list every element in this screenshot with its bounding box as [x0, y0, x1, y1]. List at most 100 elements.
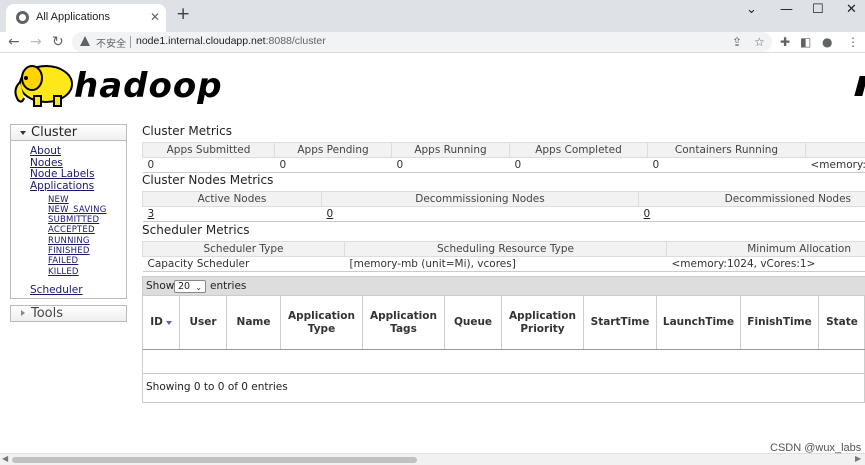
metric-header: Apps Completed: [509, 142, 648, 158]
column-header-id[interactable]: ID: [143, 296, 180, 349]
metric-header: Decommissioning Nodes: [321, 191, 639, 207]
url-host: node1.internal.cloudapp.net: [136, 35, 266, 47]
hadoop-logo[interactable]: hadoop: [12, 58, 222, 110]
sidepanel-icon[interactable]: ◧: [800, 35, 811, 49]
maximize-button[interactable]: ☐: [812, 2, 824, 17]
omnibox[interactable]: 不安全 node1.internal.cloudapp.net:8088/clu…: [72, 32, 772, 52]
metric-header: Apps Pending: [274, 142, 392, 158]
warning-icon[interactable]: [80, 36, 90, 46]
column-header-state[interactable]: State: [819, 296, 865, 349]
decommissioning-nodes-link[interactable]: 0: [327, 208, 334, 220]
divider: [130, 36, 131, 48]
tab-title: All Applications: [36, 11, 110, 23]
url-text[interactable]: node1.internal.cloudapp.net:8088/cluster: [136, 35, 326, 47]
cluster-metrics-title: Cluster Metrics: [142, 124, 232, 138]
table-length-bar: Show 20 ⌄ entries: [143, 277, 865, 296]
column-header-starttime[interactable]: StartTime: [584, 296, 657, 349]
scheduler-metrics-table: Scheduler Type Scheduling Resource Type …: [142, 241, 865, 272]
column-label: Queue: [453, 316, 493, 328]
column-label: FinishTime: [747, 316, 812, 328]
address-bar-row: ← → ↻ 不安全 node1.internal.cloudapp.net:80…: [0, 32, 865, 53]
nav-link-scheduler[interactable]: Scheduler: [30, 284, 83, 296]
decommissioned-nodes-link[interactable]: 0: [644, 208, 651, 220]
nav-link-state-killed[interactable]: KILLED: [48, 267, 79, 277]
metric-value: 3: [142, 206, 322, 222]
nav-link-applications[interactable]: Applications: [30, 180, 94, 192]
metric-header: Scheduling Resource Type: [344, 241, 667, 257]
metric-header: Apps Submitted: [142, 142, 275, 158]
column-header-name[interactable]: Name: [227, 296, 281, 349]
menu-kebab-icon[interactable]: ⋮: [847, 35, 859, 49]
entries-label: entries: [210, 280, 247, 292]
reload-button[interactable]: ↻: [52, 34, 64, 50]
nav-link-state-running[interactable]: RUNNING: [48, 236, 90, 246]
tools-nav-header[interactable]: Tools: [10, 305, 127, 322]
column-header-user[interactable]: User: [180, 296, 227, 349]
url-path: :8088/cluster: [265, 35, 326, 47]
column-header-launchtime[interactable]: LaunchTime: [657, 296, 741, 349]
metric-value: 0: [321, 206, 639, 222]
column-header-queue[interactable]: Queue: [445, 296, 502, 349]
nav-link-state-failed[interactable]: FAILED: [48, 256, 78, 266]
column-header-priority[interactable]: Application Priority: [502, 296, 584, 349]
column-label: ID: [150, 316, 163, 328]
metric-header: Decommissioned Nodes: [638, 191, 865, 207]
column-header-finishtime[interactable]: FinishTime: [741, 296, 819, 349]
metric-header: Apps Running: [391, 142, 510, 158]
show-label: Show: [146, 280, 175, 292]
cluster-metrics-table: Apps Submitted Apps Pending Apps Running…: [142, 142, 865, 173]
share-icon[interactable]: ⇪: [732, 35, 742, 49]
nav-link-state-new-saving[interactable]: NEW_SAVING: [48, 205, 106, 215]
insecure-label[interactable]: 不安全: [96, 35, 126, 50]
chevron-down-icon[interactable]: ⌄: [746, 2, 757, 17]
forward-button[interactable]: →: [30, 34, 42, 50]
minimize-button[interactable]: —: [780, 2, 793, 17]
metric-header: Containers Running: [647, 142, 806, 158]
entries-select[interactable]: 20 ⌄: [174, 280, 206, 293]
column-label: Application Priority: [509, 309, 576, 335]
elephant-icon: [14, 65, 73, 107]
nav-link-state-new[interactable]: NEW: [48, 195, 69, 205]
apache-feather-fragment: [854, 76, 865, 96]
expand-triangle-icon: [20, 131, 26, 135]
column-label: Name: [236, 316, 271, 328]
metric-value: 0: [509, 157, 648, 173]
close-window-button[interactable]: ✕: [846, 2, 857, 17]
scrollbar-thumb[interactable]: [12, 457, 417, 463]
metric-value: 0: [647, 157, 806, 173]
new-tab-button[interactable]: +: [176, 6, 190, 23]
scroll-right-icon[interactable]: ▶: [855, 454, 861, 463]
cluster-nav-label: Cluster: [31, 125, 78, 140]
extensions-icon[interactable]: ✚: [780, 35, 790, 49]
table-empty-row: [143, 350, 865, 374]
column-label: User: [189, 316, 217, 328]
metric-header: Active Nodes: [142, 191, 322, 207]
profile-avatar-icon[interactable]: ●: [822, 35, 832, 49]
column-label: Application Type: [288, 309, 355, 335]
metric-value: 0: [142, 157, 275, 173]
close-tab-icon[interactable]: ✕: [150, 10, 160, 24]
scheduler-metrics-title: Scheduler Metrics: [142, 223, 250, 237]
cluster-nav-header[interactable]: Cluster: [11, 125, 126, 141]
column-label: Application Tags: [370, 309, 437, 335]
column-label: LaunchTime: [662, 316, 735, 328]
nav-link-state-finished[interactable]: FINISHED: [48, 246, 90, 256]
column-header-tags[interactable]: Application Tags: [363, 296, 445, 349]
browser-tab[interactable]: All Applications ✕: [6, 4, 166, 32]
table-header-row: ID User Name Application Type Applicatio…: [143, 296, 865, 350]
column-header-type[interactable]: Application Type: [281, 296, 363, 349]
horizontal-scrollbar[interactable]: ◀ ▶: [0, 453, 865, 465]
scroll-left-icon[interactable]: ◀: [2, 454, 8, 463]
metric-header: Scheduler Type: [142, 241, 345, 257]
browser-tab-bar: All Applications ✕ + ⌄ — ☐ ✕: [0, 0, 865, 32]
metric-header: Minimum Allocation: [666, 241, 865, 257]
collapsed-triangle-icon: [21, 310, 25, 316]
nav-link-state-accepted[interactable]: ACCEPTED: [48, 225, 95, 235]
nav-link-state-submitted[interactable]: SUBMITTED: [48, 215, 99, 225]
back-button[interactable]: ←: [8, 34, 20, 50]
nodes-metrics-table: Active Nodes Decommissioning Nodes Decom…: [142, 191, 865, 222]
nav-link-about[interactable]: About: [30, 145, 61, 157]
bookmark-star-icon[interactable]: ☆: [754, 35, 765, 49]
nav-link-node-labels[interactable]: Node Labels: [30, 168, 95, 180]
active-nodes-link[interactable]: 3: [148, 208, 155, 220]
